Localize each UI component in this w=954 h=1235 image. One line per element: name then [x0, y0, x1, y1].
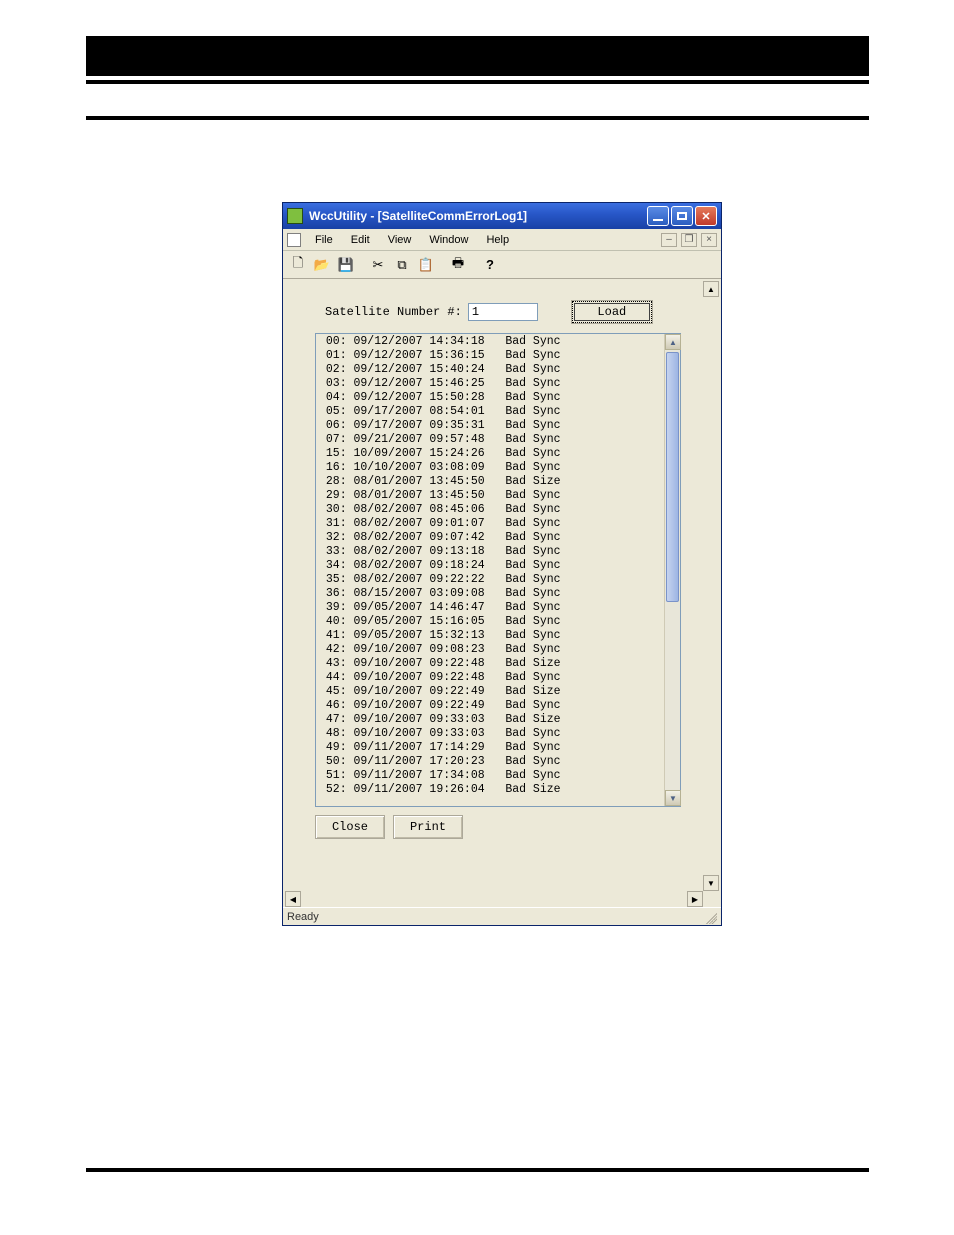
log-row[interactable]: 49: 09/11/2007 17:14:29 Bad Sync: [319, 741, 661, 755]
log-row[interactable]: 43: 09/10/2007 09:22:48 Bad Size: [319, 657, 661, 671]
log-row[interactable]: 16: 10/10/2007 03:08:09 Bad Sync: [319, 461, 661, 475]
scroll-up-icon[interactable]: ▲: [703, 281, 719, 297]
print-button[interactable]: Print: [393, 815, 463, 839]
mdi-close-button[interactable]: ×: [701, 233, 717, 247]
menu-edit[interactable]: Edit: [343, 232, 378, 248]
log-row[interactable]: 41: 09/05/2007 15:32:13 Bad Sync: [319, 629, 661, 643]
paste-icon[interactable]: 📋: [415, 254, 437, 276]
mdi-minimize-button[interactable]: –: [661, 233, 677, 247]
open-icon[interactable]: 📂: [311, 254, 333, 276]
outer-vscroll[interactable]: ▲ ▼: [703, 281, 719, 891]
resize-grip-icon[interactable]: [703, 910, 717, 924]
scroll-down-icon[interactable]: ▼: [703, 875, 719, 891]
maximize-button[interactable]: [671, 206, 693, 226]
new-icon[interactable]: 🗋: [287, 254, 309, 276]
cut-icon[interactable]: ✂: [367, 254, 389, 276]
outer-hscroll[interactable]: ◀ ▶: [285, 891, 703, 907]
menubar: File Edit View Window Help – ❐ ×: [283, 229, 721, 251]
minimize-button[interactable]: [647, 206, 669, 226]
page-rule: [86, 116, 869, 120]
scroll-up-icon[interactable]: ▲: [665, 334, 681, 350]
log-row[interactable]: 01: 09/12/2007 15:36:15 Bad Sync: [319, 349, 661, 363]
log-row[interactable]: 30: 08/02/2007 08:45:06 Bad Sync: [319, 503, 661, 517]
menu-file[interactable]: File: [307, 232, 341, 248]
satellite-number-label: Satellite Number #:: [325, 305, 462, 319]
titlebar[interactable]: WccUtility - [SatelliteCommErrorLog1]: [283, 203, 721, 229]
log-row[interactable]: 51: 09/11/2007 17:34:08 Bad Sync: [319, 769, 661, 783]
log-scrollbar[interactable]: ▲ ▼: [664, 334, 680, 806]
close-button[interactable]: Close: [315, 815, 385, 839]
menu-help[interactable]: Help: [478, 232, 517, 248]
log-row[interactable]: 52: 09/11/2007 19:26:04 Bad Size: [319, 783, 661, 797]
log-row[interactable]: 45: 09/10/2007 09:22:49 Bad Size: [319, 685, 661, 699]
log-list-content: 00: 09/12/2007 14:34:18 Bad Sync 01: 09/…: [316, 334, 664, 806]
menu-window[interactable]: Window: [421, 232, 476, 248]
client-area: Satellite Number #: Load 00: 09/12/2007 …: [283, 279, 721, 907]
log-row[interactable]: 47: 09/10/2007 09:33:03 Bad Size: [319, 713, 661, 727]
log-row[interactable]: 03: 09/12/2007 15:46:25 Bad Sync: [319, 377, 661, 391]
scroll-right-icon[interactable]: ▶: [687, 891, 703, 907]
log-row[interactable]: 15: 10/09/2007 15:24:26 Bad Sync: [319, 447, 661, 461]
log-row[interactable]: 32: 08/02/2007 09:07:42 Bad Sync: [319, 531, 661, 545]
log-row[interactable]: 06: 09/17/2007 09:35:31 Bad Sync: [319, 419, 661, 433]
log-row[interactable]: 29: 08/01/2007 13:45:50 Bad Sync: [319, 489, 661, 503]
log-row[interactable]: 34: 08/02/2007 09:18:24 Bad Sync: [319, 559, 661, 573]
document-icon[interactable]: [287, 233, 301, 247]
log-row[interactable]: 39: 09/05/2007 14:46:47 Bad Sync: [319, 601, 661, 615]
log-row[interactable]: 31: 08/02/2007 09:01:07 Bad Sync: [319, 517, 661, 531]
page-rule: [86, 80, 869, 84]
log-row[interactable]: 48: 09/10/2007 09:33:03 Bad Sync: [319, 727, 661, 741]
scroll-down-icon[interactable]: ▼: [665, 790, 681, 806]
log-row[interactable]: 07: 09/21/2007 09:57:48 Bad Sync: [319, 433, 661, 447]
satellite-number-input[interactable]: [468, 303, 538, 321]
app-icon: [287, 208, 303, 224]
log-row[interactable]: 00: 09/12/2007 14:34:18 Bad Sync: [319, 335, 661, 349]
log-row[interactable]: 05: 09/17/2007 08:54:01 Bad Sync: [319, 405, 661, 419]
log-row[interactable]: 50: 09/11/2007 17:20:23 Bad Sync: [319, 755, 661, 769]
save-icon[interactable]: 💾: [335, 254, 357, 276]
toolbar: 🗋 📂 💾 ✂ ⧉ 📋 🖶 ?: [283, 251, 721, 279]
menu-view[interactable]: View: [380, 232, 420, 248]
log-row[interactable]: 44: 09/10/2007 09:22:48 Bad Sync: [319, 671, 661, 685]
app-window: WccUtility - [SatelliteCommErrorLog1] Fi…: [282, 202, 722, 926]
page-footer-rule: [86, 1168, 869, 1172]
print-icon[interactable]: 🖶: [447, 254, 469, 276]
log-row[interactable]: 04: 09/12/2007 15:50:28 Bad Sync: [319, 391, 661, 405]
log-row[interactable]: 46: 09/10/2007 09:22:49 Bad Sync: [319, 699, 661, 713]
scroll-left-icon[interactable]: ◀: [285, 891, 301, 907]
mdi-restore-button[interactable]: ❐: [681, 233, 697, 247]
log-row[interactable]: 40: 09/05/2007 15:16:05 Bad Sync: [319, 615, 661, 629]
help-icon[interactable]: ?: [479, 254, 501, 276]
form-panel: Satellite Number #: Load 00: 09/12/2007 …: [299, 293, 691, 881]
load-button[interactable]: Load: [572, 301, 652, 323]
log-row[interactable]: 36: 08/15/2007 03:09:08 Bad Sync: [319, 587, 661, 601]
log-row[interactable]: 28: 08/01/2007 13:45:50 Bad Size: [319, 475, 661, 489]
log-row[interactable]: 33: 08/02/2007 09:13:18 Bad Sync: [319, 545, 661, 559]
log-row[interactable]: 02: 09/12/2007 15:40:24 Bad Sync: [319, 363, 661, 377]
window-title: WccUtility - [SatelliteCommErrorLog1]: [309, 209, 647, 223]
window-close-button[interactable]: [695, 206, 717, 226]
status-text: Ready: [287, 911, 319, 923]
scroll-thumb[interactable]: [666, 352, 679, 602]
page-header-bar: [86, 36, 869, 76]
log-listbox[interactable]: 00: 09/12/2007 14:34:18 Bad Sync 01: 09/…: [315, 333, 681, 807]
log-row[interactable]: 35: 08/02/2007 09:22:22 Bad Sync: [319, 573, 661, 587]
copy-icon[interactable]: ⧉: [391, 254, 413, 276]
statusbar: Ready: [283, 907, 721, 925]
log-row[interactable]: 42: 09/10/2007 09:08:23 Bad Sync: [319, 643, 661, 657]
